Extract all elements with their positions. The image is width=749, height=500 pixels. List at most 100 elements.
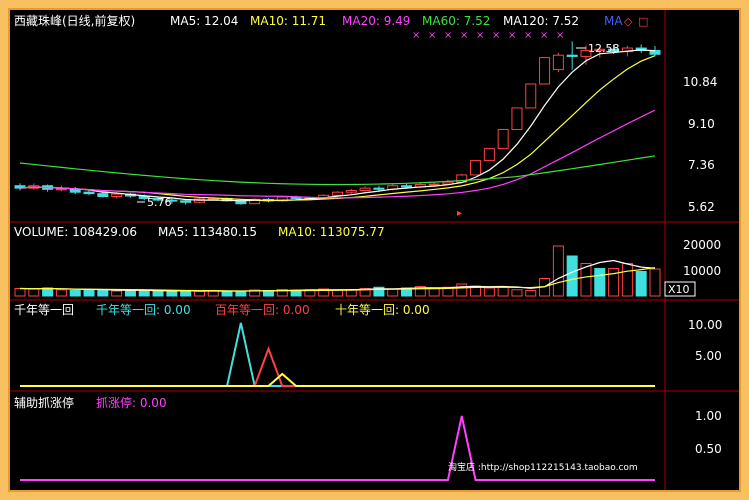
price-tick-4: 5.62 — [688, 200, 715, 214]
signal-marker: × — [476, 30, 484, 41]
ma5-label: MA5: 12.04 — [170, 14, 238, 28]
high-price-label: 12.58 — [588, 42, 620, 55]
volume-bar — [42, 287, 54, 297]
volume-bar — [594, 268, 606, 297]
candle-body — [97, 193, 109, 198]
helper-tick-1: 1.00 — [695, 409, 722, 423]
price-tick-1: 10.84 — [683, 75, 717, 89]
indicator-series-line — [20, 322, 655, 387]
price-candles — [14, 41, 661, 205]
volume-ma5-label: MA5: 113480.15 — [158, 225, 257, 239]
price-arrow-marker: ▸ — [457, 208, 462, 219]
indicator-tick-1: 10.00 — [688, 318, 722, 332]
volume-bar — [525, 290, 537, 297]
stock-title: 西藏珠峰(日线,前复权) — [14, 13, 135, 28]
candle-body — [55, 188, 67, 191]
volume-bar — [456, 283, 468, 297]
price-tick-2: 9.10 — [688, 117, 715, 131]
candle-body — [483, 148, 495, 162]
volume-bars — [14, 245, 661, 297]
signal-marker: × — [412, 30, 420, 41]
signal-marker: × — [492, 30, 500, 41]
helper-tick-2: 0.50 — [695, 442, 722, 456]
ma60-line — [19, 155, 656, 186]
candle-body — [83, 191, 95, 195]
volume-bar — [649, 268, 661, 297]
candle-body — [180, 200, 192, 203]
ma120-label: MA120: 7.52 — [503, 14, 579, 28]
stock-chart-svg: 西藏珠峰(日线,前复权) MA5: 12.04 MA10: 11.71 MA20… — [10, 10, 739, 490]
volume-bar — [621, 263, 633, 297]
chart-window: 西藏珠峰(日线,前复权) MA5: 12.04 MA10: 11.71 MA20… — [8, 8, 741, 492]
indicator-tick-2: 5.00 — [695, 349, 722, 363]
volume-bar — [138, 290, 150, 297]
volume-bar — [97, 289, 109, 297]
helper-series-1: 抓涨停: 0.00 — [96, 395, 167, 410]
indicator-series-1: 千年等一回: 0.00 — [96, 303, 191, 317]
ma-toggle-button[interactable]: MA — [604, 14, 623, 28]
square-icon[interactable]: □ — [638, 15, 648, 28]
volume-ma10-label: MA10: 113075.77 — [278, 225, 385, 239]
indicator-title: 千年等一回 — [14, 303, 74, 317]
volume-bar — [635, 271, 647, 297]
signal-marker: × — [460, 30, 468, 41]
volume-bar — [566, 255, 578, 297]
ma10-label: MA10: 11.71 — [250, 14, 326, 28]
signal-marker: × — [508, 30, 516, 41]
ma60-label: MA60: 7.52 — [422, 14, 490, 28]
volume-bar — [387, 288, 399, 297]
candle-body — [497, 128, 509, 150]
candle-body — [373, 187, 385, 190]
indicator-series-2: 百年等一回: 0.00 — [215, 303, 310, 317]
volume-bar — [111, 290, 123, 297]
candle-body — [359, 187, 371, 192]
volume-bar — [552, 245, 564, 297]
signal-markers: × × × × × × × × × × — [412, 30, 564, 41]
volume-bar — [235, 290, 247, 297]
ma20-label: MA20: 9.49 — [342, 14, 410, 28]
signal-marker: × — [556, 30, 564, 41]
volume-bar — [55, 289, 67, 297]
candle-body — [345, 190, 357, 193]
indicator-series-3: 十年等一回: 0.00 — [335, 303, 430, 317]
indicator-series-line — [20, 372, 655, 387]
signal-marker: × — [524, 30, 532, 41]
volume-bar — [221, 291, 233, 297]
candle-body — [428, 183, 440, 186]
volume-unit-label: X10 — [668, 283, 690, 296]
volume-bar — [152, 290, 164, 297]
volume-bar — [28, 288, 40, 297]
indicator-lines — [20, 322, 655, 387]
candle-body — [511, 107, 523, 130]
candle-body — [111, 193, 123, 198]
candle-body — [525, 83, 537, 109]
ma5-line — [19, 49, 656, 202]
moving-average-lines — [19, 49, 656, 202]
volume-bar — [511, 289, 523, 297]
volume-bar — [166, 291, 178, 297]
volume-bar — [497, 286, 509, 297]
volume-bar — [69, 290, 81, 297]
shop-watermark: 淘宝店 :http://shop112215143.taobao.com — [448, 461, 638, 473]
volume-tick-1: 20000 — [683, 238, 721, 252]
price-tick-3: 7.36 — [688, 158, 715, 172]
volume-bar — [83, 289, 95, 297]
helper-title: 辅助抓涨停 — [14, 395, 74, 410]
candle-body — [566, 54, 578, 57]
low-price-label: 5.76 — [147, 196, 172, 209]
candle-body — [552, 54, 564, 71]
volume-bar — [332, 289, 343, 297]
volume-bar — [428, 288, 440, 297]
candle-body — [401, 185, 413, 188]
signal-marker: × — [540, 30, 548, 41]
indicator-series-line — [20, 345, 655, 387]
candle-body — [470, 160, 482, 176]
diamond-icon[interactable]: ◇ — [624, 15, 633, 28]
volume-bar — [124, 289, 136, 297]
ma10-line — [19, 55, 656, 201]
volume-bar — [193, 290, 205, 297]
candle-body — [539, 57, 551, 85]
volume-label: VOLUME: 108429.06 — [14, 225, 137, 239]
volume-bar — [14, 288, 26, 297]
candle-body — [332, 191, 343, 196]
